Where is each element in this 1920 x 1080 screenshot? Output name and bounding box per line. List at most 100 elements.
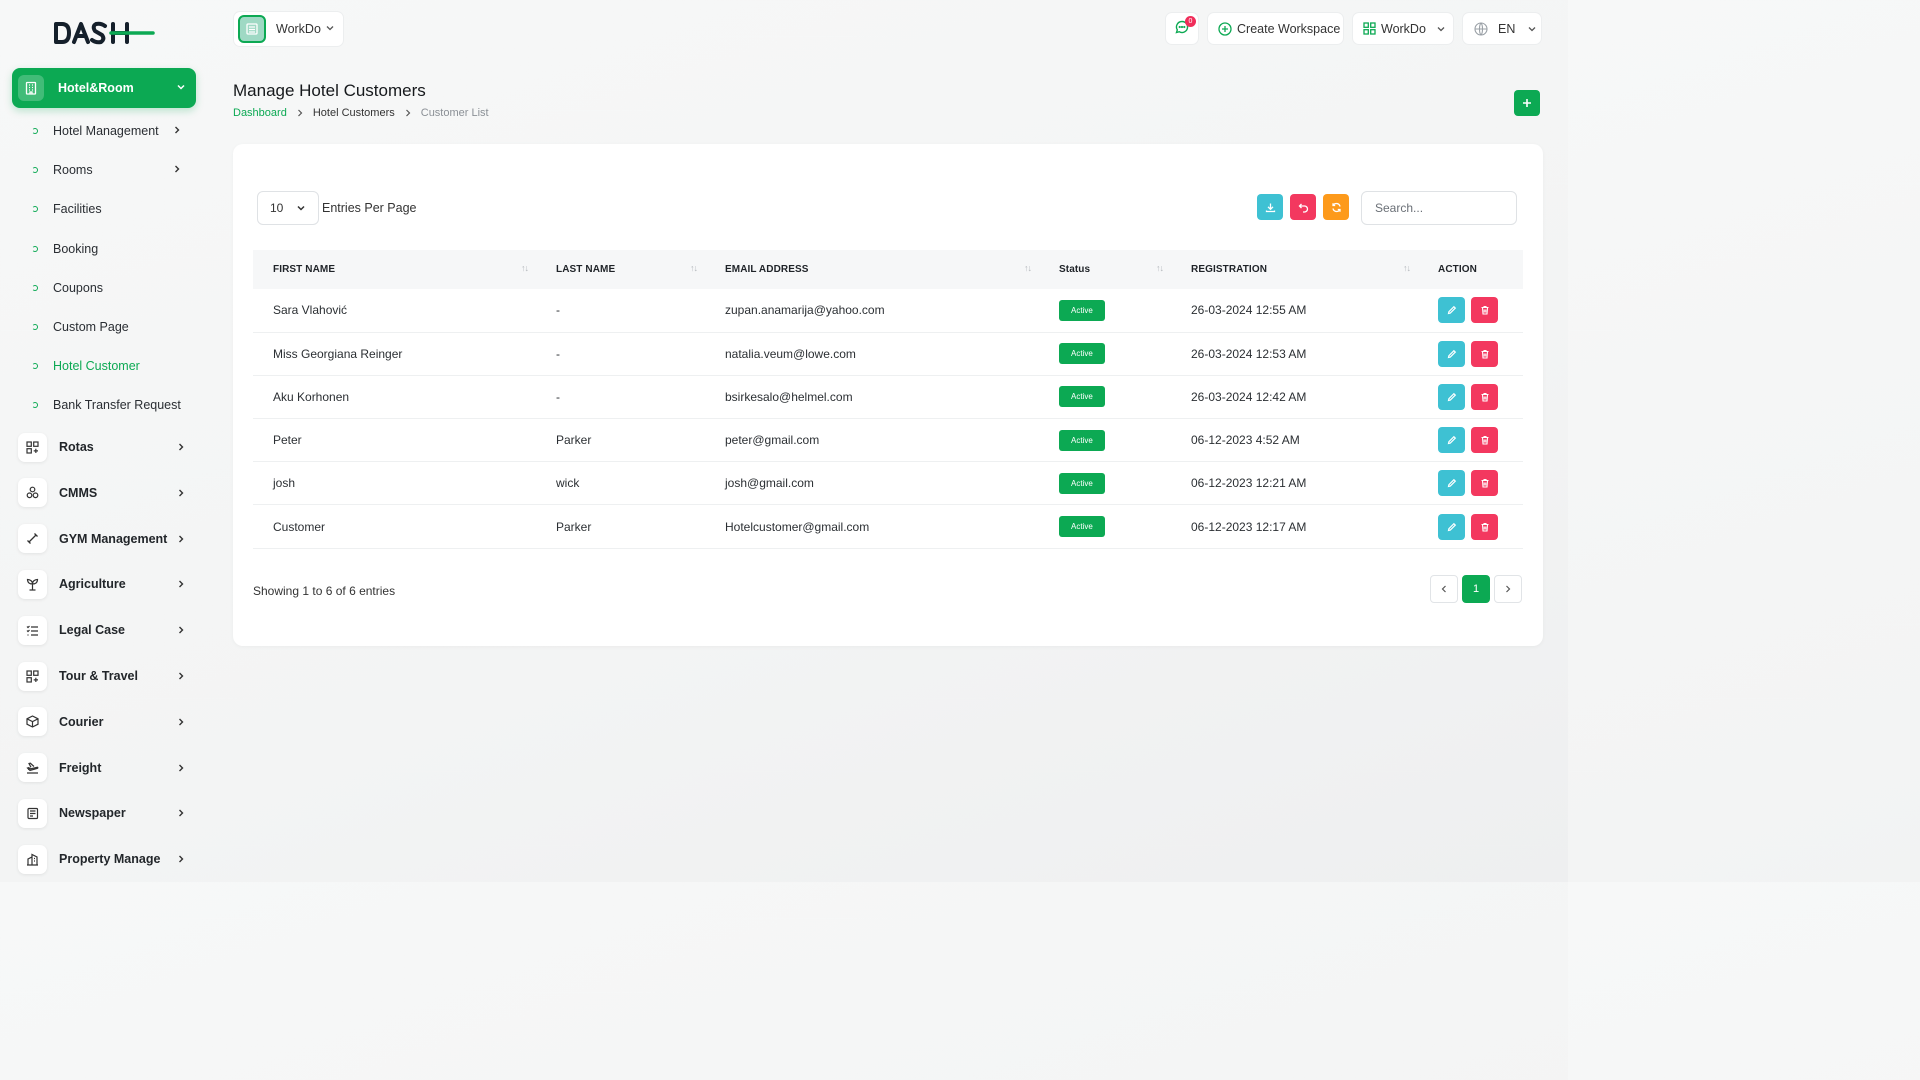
workspace-menu-button[interactable]: WorkDo — [1352, 12, 1454, 45]
delete-button[interactable] — [1471, 427, 1498, 454]
edit-button[interactable] — [1438, 383, 1465, 410]
edit-button[interactable] — [1438, 340, 1465, 367]
sidebar-module-label: GYM Management — [59, 531, 168, 546]
search-input[interactable] — [1361, 191, 1517, 225]
reload-button[interactable] — [1323, 194, 1349, 220]
delete-button[interactable] — [1471, 513, 1498, 540]
sidebar-subitem-label: Coupons — [53, 280, 104, 295]
chevron-right-icon — [176, 854, 186, 864]
sidebar-module-property-manage[interactable]: Property Manage — [18, 844, 190, 874]
chevron-left-icon — [1440, 585, 1448, 593]
entries-per-page-label: Entries Per Page — [322, 201, 417, 215]
trash-icon — [1480, 522, 1490, 532]
reset-button[interactable] — [1290, 194, 1316, 220]
sidebar-module-freight[interactable]: Freight — [18, 753, 190, 783]
edit-button[interactable] — [1438, 297, 1465, 324]
customer-table-card: 10 Entries Per Page FIRST NAME↑↓ LAST NA… — [233, 144, 1543, 646]
cell-action — [1418, 505, 1523, 548]
chevron-right-icon — [172, 163, 182, 177]
sidebar-module-courier[interactable]: Courier — [18, 707, 190, 737]
chevron-right-icon — [176, 763, 186, 773]
sort-icon: ↑↓ — [521, 263, 529, 273]
sidebar-subitem-bank-transfer-request[interactable]: Bank Transfer Request — [32, 395, 181, 415]
page-button-current[interactable]: 1 — [1462, 575, 1490, 603]
chevron-down-icon — [325, 22, 335, 36]
cell-last-name: Parker — [556, 433, 592, 448]
menu-hotel-room[interactable]: Hotel&Room — [12, 68, 196, 108]
dash-logo[interactable] — [53, 20, 157, 46]
cell-first-name: Miss Georgiana Reinger — [273, 346, 403, 361]
sidebar-subitem-hotel-customer[interactable]: Hotel Customer — [32, 356, 140, 376]
sidebar-subitem-coupons[interactable]: Coupons — [32, 278, 103, 298]
delete-button[interactable] — [1471, 470, 1498, 497]
download-icon — [1265, 202, 1276, 213]
create-workspace-button[interactable]: Create Workspace — [1207, 12, 1344, 45]
messages-button[interactable]: 0 — [1165, 12, 1199, 45]
edit-button[interactable] — [1438, 427, 1465, 454]
sidebar-module-label: Courier — [59, 714, 104, 729]
cell-email: natalia.veum@lowe.com — [725, 346, 856, 361]
sidebar-subitem-facilities[interactable]: Facilities — [32, 199, 102, 219]
sidebar-subitem-custom-page[interactable]: Custom Page — [32, 317, 129, 337]
chevron-right-icon — [172, 124, 182, 138]
sidebar-subitem-rooms[interactable]: Rooms — [32, 160, 180, 180]
cell-registration: 06-12-2023 12:17 AM — [1191, 519, 1307, 534]
add-customer-button[interactable] — [1514, 90, 1540, 116]
chevron-right-icon — [176, 488, 186, 498]
sidebar-module-label: Legal Case — [59, 623, 126, 638]
export-button[interactable] — [1257, 194, 1283, 220]
plane-icon — [18, 753, 47, 783]
menu-hotel-room-label: Hotel&Room — [58, 81, 134, 95]
cell-status: Active — [1039, 375, 1171, 418]
chevron-right-icon — [176, 534, 186, 544]
sidebar-module-legal-case[interactable]: Legal Case — [18, 615, 190, 645]
sidebar-module-newspaper[interactable]: Newspaper — [18, 798, 190, 828]
delete-button[interactable] — [1471, 340, 1498, 367]
prev-page-button[interactable] — [1430, 575, 1458, 603]
cell-status: Active — [1039, 332, 1171, 375]
pencil-icon — [1447, 305, 1457, 315]
circles-icon — [18, 478, 47, 508]
column-registration[interactable]: REGISTRATION ↑↓ — [1171, 250, 1418, 289]
edit-button[interactable] — [1438, 470, 1465, 497]
sidebar-subitem-hotel-management[interactable]: Hotel Management — [32, 121, 180, 141]
chevron-down-icon — [1527, 24, 1537, 34]
list-check-icon — [18, 615, 47, 645]
cell-email: peter@gmail.com — [725, 433, 820, 448]
sidebar-subitem-label: Hotel Customer — [53, 359, 140, 374]
sidebar-module-agriculture[interactable]: Agriculture — [18, 569, 190, 599]
breadcrumb-dashboard[interactable]: Dashboard — [233, 107, 287, 119]
next-page-button[interactable] — [1494, 575, 1522, 603]
table-row: Sara Vlahović - zupan.anamarija@yahoo.com A… — [253, 289, 1523, 333]
chevron-down-icon — [176, 81, 186, 95]
edit-button[interactable] — [1438, 513, 1465, 540]
showing-entries-text: Showing 1 to 6 of 6 entries — [253, 584, 396, 598]
sidebar-module-cmms[interactable]: CMMS — [18, 478, 190, 508]
bullet-icon — [32, 128, 38, 134]
chevron-right-icon — [404, 109, 412, 117]
sidebar-module-gym-management[interactable]: GYM Management — [18, 524, 190, 554]
sidebar-subitem-booking[interactable]: Booking — [32, 239, 98, 259]
entries-per-page-select[interactable]: 10 — [257, 191, 319, 225]
breadcrumb-hotel-customers[interactable]: Hotel Customers — [313, 107, 395, 119]
chevron-right-icon — [296, 109, 304, 117]
cell-action — [1418, 419, 1523, 462]
column-first-name[interactable]: FIRST NAME ↑↓ — [253, 250, 536, 289]
sidebar-subitem-label: Rooms — [53, 163, 93, 178]
chevron-down-icon — [296, 203, 306, 213]
column-status[interactable]: Status ↑↓ — [1039, 250, 1171, 289]
workspace-name: WorkDo — [276, 22, 321, 36]
status-badge: Active — [1059, 472, 1105, 494]
delete-button[interactable] — [1471, 383, 1498, 410]
breadcrumb: Dashboard Hotel Customers Customer List — [233, 107, 489, 119]
language-select[interactable]: EN — [1462, 12, 1542, 45]
sidebar-module-rotas[interactable]: Rotas — [18, 432, 190, 462]
workspace-select[interactable]: WorkDo — [233, 11, 344, 47]
column-email[interactable]: EMAIL ADDRESS ↑↓ — [705, 250, 1039, 289]
delete-button[interactable] — [1471, 297, 1498, 324]
pencil-icon — [1447, 478, 1457, 488]
sidebar-module-tour-travel[interactable]: Tour & Travel — [18, 661, 190, 691]
trash-icon — [1480, 392, 1490, 402]
cell-status: Active — [1039, 462, 1171, 505]
column-last-name[interactable]: LAST NAME ↑↓ — [536, 250, 705, 289]
